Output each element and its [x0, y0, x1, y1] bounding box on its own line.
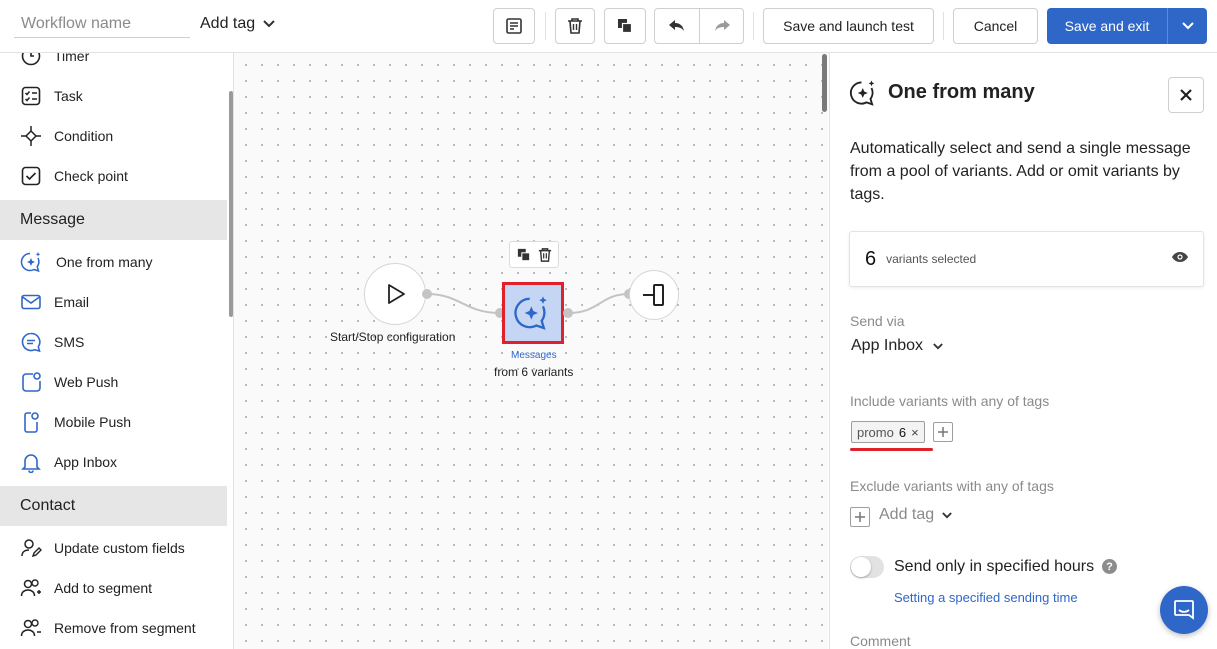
variants-text: variants selected: [886, 252, 977, 266]
close-panel-button[interactable]: [1168, 77, 1204, 113]
send-via-label: Send via: [850, 313, 905, 329]
add-tag-label: Add tag: [879, 506, 935, 523]
close-icon: [1180, 89, 1192, 101]
start-node-label: Start/Stop configuration: [330, 330, 456, 344]
include-tags-label: Include variants with any of tags: [850, 393, 1050, 409]
sparkle-chat-icon: [850, 80, 875, 106]
plus-icon: [938, 427, 948, 437]
exit-icon: [643, 284, 664, 306]
chevron-down-icon: [933, 342, 943, 349]
one-from-many-node[interactable]: [502, 282, 564, 344]
chat-icon: [1174, 600, 1194, 620]
start-output-port[interactable]: [422, 289, 432, 299]
plus-icon: [855, 512, 865, 522]
support-chat-button[interactable]: [1160, 586, 1208, 634]
panel-description: Automatically select and send a single m…: [850, 140, 1191, 203]
message-output-port[interactable]: [563, 308, 573, 318]
sending-time-link[interactable]: Setting a specified sending time: [894, 590, 1078, 605]
canvas-scrollbar[interactable]: [822, 54, 827, 112]
tag-count: 6: [898, 424, 907, 440]
copy-icon[interactable]: [517, 248, 531, 262]
specified-hours-label: Send only in specified hours: [894, 558, 1095, 575]
specified-hours-toggle[interactable]: [850, 556, 884, 578]
panel-title: One from many: [888, 81, 1035, 103]
add-exclude-tag-dropdown[interactable]: Add tag: [879, 506, 952, 524]
sparkle-chat-icon: [514, 296, 547, 330]
send-via-value: App Inbox: [851, 337, 924, 354]
add-include-tag-button[interactable]: [933, 422, 953, 442]
send-via-dropdown[interactable]: App Inbox: [851, 337, 943, 355]
play-icon: [388, 284, 405, 304]
help-icon[interactable]: ?: [1102, 559, 1117, 574]
exclude-tags-label: Exclude variants with any of tags: [850, 478, 1054, 494]
variants-selected-box: 6 variants selected: [849, 231, 1204, 287]
remove-tag-button[interactable]: ×: [911, 425, 919, 440]
chevron-down-icon: [942, 511, 952, 518]
exit-node[interactable]: [629, 270, 679, 320]
settings-panel: One from many Automatically select and s…: [829, 53, 1217, 649]
message-node-title: Messages: [511, 350, 557, 361]
tag-chip-promo: promo 6 ×: [851, 421, 925, 443]
tag-name: promo: [857, 424, 894, 440]
node-toolbar: [509, 241, 559, 268]
highlight-underline: [850, 448, 933, 451]
message-node-subtitle: from 6 variants: [494, 365, 574, 379]
eye-icon: [1172, 252, 1188, 262]
add-exclude-tag-plus[interactable]: [850, 507, 870, 527]
trash-icon[interactable]: [538, 247, 552, 263]
variants-count: 6: [865, 247, 877, 270]
start-node[interactable]: [364, 263, 426, 325]
comment-label: Comment: [850, 633, 911, 649]
view-variants-button[interactable]: [1171, 250, 1189, 268]
